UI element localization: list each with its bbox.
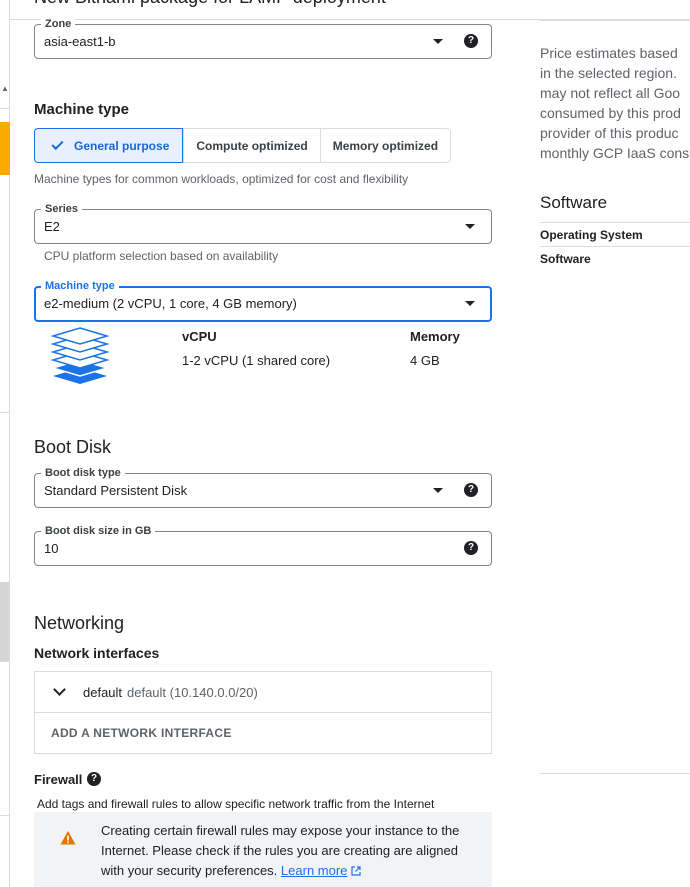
price-note-line: provider of this produc: [540, 125, 679, 141]
tab-label: Compute optimized: [196, 138, 308, 153]
boot-disk-size-input[interactable]: Boot disk size in GB 10 ?: [34, 524, 492, 566]
boot-disk-heading: Boot Disk: [34, 437, 112, 457]
series-select[interactable]: Series E2: [34, 202, 492, 244]
memory-header: Memory: [410, 329, 460, 344]
tab-memory-optimized[interactable]: Memory optimized: [319, 129, 450, 162]
help-icon[interactable]: ?: [87, 772, 101, 786]
learn-more-link[interactable]: Learn more: [281, 863, 347, 878]
network-interface-name: default: [83, 685, 123, 700]
series-value: E2: [44, 219, 60, 234]
software-heading: Software: [540, 193, 608, 212]
boot-disk-size-label: Boot disk size in GB: [41, 524, 156, 538]
firewall-warning-text: Creating certain firewall rules may expo…: [101, 821, 481, 881]
price-estimate-note: Price estimates based in the selected re…: [540, 43, 690, 163]
panel-divider: [540, 246, 690, 247]
dropdown-arrow-icon[interactable]: [433, 488, 443, 493]
dropdown-arrow-icon[interactable]: [433, 39, 443, 44]
check-icon: [51, 137, 64, 150]
dropdown-arrow-icon[interactable]: [465, 301, 475, 306]
zone-select[interactable]: Zone asia-east1-b ?: [34, 17, 492, 59]
vcpu-header: vCPU: [182, 329, 217, 344]
tab-label: Memory optimized: [332, 138, 439, 153]
machine-type-heading: Machine type: [34, 101, 130, 118]
help-icon[interactable]: ?: [464, 541, 478, 555]
help-icon[interactable]: ?: [464, 34, 478, 48]
tab-compute-optimized[interactable]: Compute optimized: [183, 129, 319, 162]
network-interface-row[interactable]: default default (10.140.0.0/20): [35, 672, 491, 713]
software-row-operating-system: Operating System: [540, 228, 643, 242]
network-interfaces-list: default default (10.140.0.0/20) ADD A NE…: [34, 671, 492, 754]
panel-divider: [540, 222, 690, 223]
machine-type-label: Machine type: [41, 279, 119, 293]
price-note-line: in the selected region.: [540, 65, 677, 81]
warning-icon: [60, 831, 76, 845]
series-label: Series: [41, 202, 83, 216]
network-interface-detail: default (10.140.0.0/20): [127, 685, 258, 700]
price-note-line: monthly GCP IaaS cons: [540, 145, 690, 161]
scrollbar-thumb[interactable]: [0, 582, 9, 662]
add-network-interface-button[interactable]: ADD A NETWORK INTERFACE: [51, 726, 232, 740]
series-hint: CPU platform selection based on availabi…: [44, 249, 279, 263]
boot-disk-size-value[interactable]: 10: [44, 541, 58, 556]
zone-label: Zone: [41, 17, 76, 31]
collapse-up-icon[interactable]: ▲: [0, 84, 10, 93]
price-note-line: may not reflect all Goo: [540, 85, 681, 101]
nav-active-indicator: [0, 122, 10, 175]
boot-disk-type-select[interactable]: Boot disk type Standard Persistent Disk …: [34, 466, 492, 508]
nav-divider: [0, 815, 10, 816]
firewall-heading: Firewall: [34, 772, 83, 787]
panel-divider: [540, 773, 690, 774]
firewall-warning-banner: Creating certain firewall rules may expo…: [34, 812, 492, 887]
help-icon[interactable]: ?: [464, 483, 478, 497]
boot-disk-type-label: Boot disk type: [41, 466, 125, 480]
price-note-line: Price estimates based: [540, 45, 678, 61]
software-row-software: Software: [540, 252, 591, 266]
machine-type-select[interactable]: Machine type e2-medium (2 vCPU, 1 core, …: [34, 279, 492, 322]
chevron-down-icon[interactable]: [53, 683, 66, 696]
network-interfaces-heading: Network interfaces: [34, 645, 160, 661]
left-nav-strip: ▲: [0, 0, 10, 887]
open-in-new-icon[interactable]: [351, 866, 362, 876]
machine-family-description: Machine types for common workloads, opti…: [34, 172, 409, 186]
price-note-line: consumed by this prod: [540, 105, 681, 121]
machine-family-tabs: General purpose Compute optimized Memory…: [34, 128, 452, 163]
tab-general-purpose[interactable]: General purpose: [34, 128, 184, 163]
summary-panel: Price estimates based in the selected re…: [540, 0, 690, 887]
memory-value: 4 GB: [410, 353, 440, 368]
vcpu-value: 1-2 vCPU (1 shared core): [182, 353, 331, 368]
networking-heading: Networking: [34, 613, 125, 633]
nav-divider: [0, 412, 10, 413]
nav-divider: [0, 108, 10, 109]
boot-disk-type-value: Standard Persistent Disk: [44, 483, 188, 498]
tab-label: General purpose: [74, 138, 170, 153]
machine-stack-icon: [50, 327, 110, 384]
page-title: New Bitnami package for LAMP deployment: [34, 0, 386, 8]
panel-divider: [540, 20, 690, 21]
firewall-description: Add tags and firewall rules to allow spe…: [37, 797, 435, 811]
machine-type-value: e2-medium (2 vCPU, 1 core, 4 GB memory): [44, 296, 297, 311]
zone-value: asia-east1-b: [44, 34, 116, 49]
dropdown-arrow-icon[interactable]: [465, 224, 475, 229]
